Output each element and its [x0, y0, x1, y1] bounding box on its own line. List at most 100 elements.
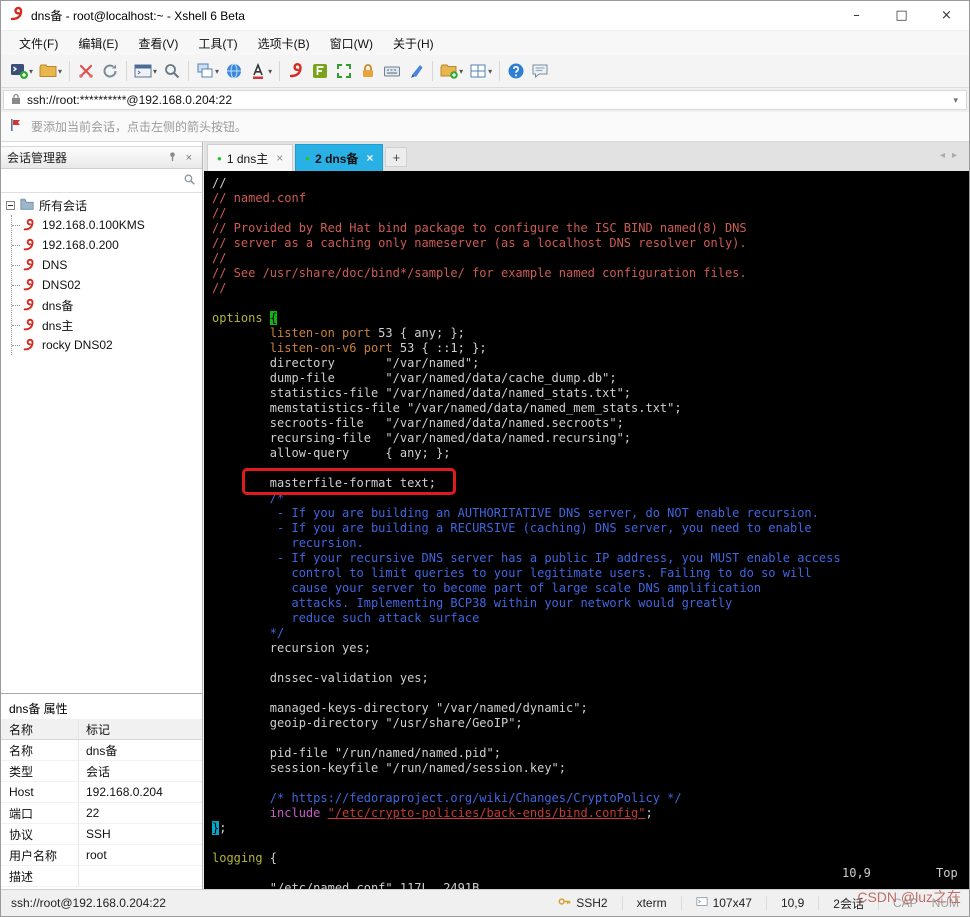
- cascade-windows-icon[interactable]: ▾: [194, 58, 221, 84]
- xftp-icon[interactable]: [309, 58, 331, 84]
- terminal-line: listen-on port 53 { any; };: [269, 326, 465, 340]
- dropdown-arrow-icon[interactable]: ▾: [488, 67, 492, 76]
- status-connection: ssh://root@192.168.0.204:22: [11, 896, 166, 910]
- dropdown-arrow-icon[interactable]: ▾: [215, 67, 219, 76]
- session-manager-header: 会话管理器 ×: [1, 146, 202, 169]
- new-session-icon[interactable]: ▾: [8, 58, 35, 84]
- session-label: dns备: [42, 298, 74, 313]
- address-value: ssh://root:**********@192.168.0.204:22: [27, 93, 232, 107]
- highlight-pen-icon[interactable]: [405, 58, 427, 84]
- status-separator: [621, 896, 623, 910]
- menu-item[interactable]: 窗口(W): [320, 32, 383, 55]
- menu-item[interactable]: 查看(V): [128, 32, 188, 55]
- session-tree-root[interactable]: 所有会话: [1, 195, 202, 215]
- help-icon[interactable]: [505, 58, 527, 84]
- dropdown-arrow-icon[interactable]: ▾: [29, 67, 33, 76]
- session-item[interactable]: rocky DNS02: [12, 335, 202, 355]
- open-session-icon[interactable]: ▾: [37, 58, 64, 84]
- dropdown-arrow-icon[interactable]: ▾: [153, 67, 157, 76]
- menu-bar: 文件(F) 编辑(E) 查看(V) 工具(T) 选项卡(B) 窗口(W) 关于(H): [1, 31, 969, 55]
- xshell-icon[interactable]: [285, 58, 307, 84]
- property-row: Host 192.168.0.204: [1, 782, 202, 803]
- address-dropdown-icon[interactable]: ▾: [953, 95, 960, 106]
- app-icon: [9, 6, 25, 25]
- status-separator: [680, 896, 682, 910]
- tab-dns-secondary[interactable]: ● 2 dns备 ×: [295, 144, 384, 171]
- new-terminal-icon[interactable]: ▾: [132, 58, 159, 84]
- lock-icon: [10, 93, 22, 108]
- menu-item[interactable]: 选项卡(B): [248, 32, 320, 55]
- tile-layout-icon[interactable]: ▾: [467, 58, 494, 84]
- terminal-line: dump-file "/var/named/data/cache_dump.db…: [212, 371, 617, 385]
- status-separator: [818, 896, 820, 910]
- tab-label: 1 dns主: [226, 151, 269, 166]
- tab-dns-primary[interactable]: ● 1 dns主 ×: [207, 144, 294, 171]
- pin-icon[interactable]: [163, 151, 182, 165]
- key-icon: [558, 895, 571, 911]
- session-icon: [22, 278, 36, 292]
- minimize-button[interactable]: –: [834, 1, 879, 30]
- tab-close-icon[interactable]: ×: [366, 151, 373, 165]
- disconnect-icon[interactable]: [75, 58, 97, 84]
- properties-panel: dns备 属性 名称 标记 名称 dns备 类型 会话 Host 192.168.0.20…: [1, 693, 202, 889]
- find-icon[interactable]: [161, 58, 183, 84]
- session-label: DNS02: [42, 278, 81, 292]
- terminal-line: attacks. Implementing BCP38 within your …: [212, 596, 733, 610]
- session-label: dns主: [42, 318, 74, 333]
- tab-scroll-arrows[interactable]: ◂▸: [940, 150, 964, 161]
- dropdown-arrow-icon[interactable]: ▾: [268, 67, 272, 76]
- terminal-line: statistics-file "/var/named/data/named_s…: [212, 386, 632, 400]
- session-icon: [22, 318, 36, 332]
- collapse-icon[interactable]: [6, 200, 15, 210]
- session-item[interactable]: dns备: [12, 295, 202, 315]
- dropdown-arrow-icon[interactable]: ▾: [459, 67, 463, 76]
- compose-bar-icon[interactable]: [381, 58, 403, 84]
- address-field[interactable]: ssh://root:**********@192.168.0.204:22 ▾: [3, 90, 967, 110]
- session-search: [1, 170, 202, 193]
- search-icon[interactable]: [183, 173, 196, 189]
- menu-item[interactable]: 编辑(E): [68, 32, 128, 55]
- new-folder-icon[interactable]: ▾: [438, 58, 465, 84]
- session-root-label: 所有会话: [39, 198, 88, 213]
- fullscreen-icon[interactable]: [333, 58, 355, 84]
- session-label: DNS: [42, 258, 68, 272]
- vim-status-line: "/etc/named.conf" 117L, 2491B 10,9 Top: [212, 866, 969, 889]
- reconnect-icon[interactable]: [99, 58, 121, 84]
- session-item[interactable]: DNS: [12, 255, 202, 275]
- feedback-icon[interactable]: [529, 58, 551, 84]
- new-tab-button[interactable]: +: [385, 147, 408, 167]
- terminal-line: cause your server to become part of larg…: [212, 581, 762, 595]
- properties-col-name: 名称: [1, 719, 79, 739]
- font-color-icon[interactable]: ▾: [247, 58, 274, 84]
- dropdown-arrow-icon[interactable]: ▾: [58, 67, 62, 76]
- status-separator: [765, 896, 767, 910]
- connected-dot-icon: ●: [305, 153, 311, 163]
- menu-item[interactable]: 工具(T): [188, 32, 247, 55]
- session-item[interactable]: DNS02: [12, 275, 202, 295]
- session-label: rocky DNS02: [42, 338, 113, 352]
- session-item[interactable]: dns主: [12, 315, 202, 335]
- tab-close-icon[interactable]: ×: [276, 151, 283, 165]
- properties-col-value: 标记: [86, 722, 111, 737]
- session-item[interactable]: 192.168.0.100KMS: [12, 215, 202, 235]
- status-protocol: SSH2: [558, 895, 608, 911]
- session-item[interactable]: 192.168.0.200: [12, 235, 202, 255]
- property-row: 协议 SSH: [1, 824, 202, 845]
- folder-icon: [20, 197, 34, 214]
- terminal[interactable]: //// named.conf//// Provided by Red Hat …: [204, 171, 969, 889]
- lock-icon[interactable]: [357, 58, 379, 84]
- terminal-line: recursion yes;: [212, 641, 371, 655]
- session-search-input[interactable]: [7, 172, 183, 190]
- terminal-line: - If your recursive DNS server has a pub…: [212, 551, 841, 565]
- tab-scroll-right-icon[interactable]: ▸: [952, 150, 964, 161]
- tab-scroll-left-icon[interactable]: ◂: [940, 150, 952, 161]
- panel-close-icon[interactable]: ×: [182, 152, 196, 164]
- terminal-line: options {: [212, 311, 278, 325]
- close-button[interactable]: ×: [924, 1, 969, 30]
- globe-icon[interactable]: [223, 58, 245, 84]
- toolbar-separator: [279, 61, 281, 81]
- menu-item[interactable]: 文件(F): [9, 32, 68, 55]
- maximize-button[interactable]: □: [879, 1, 924, 30]
- menu-item[interactable]: 关于(H): [383, 32, 444, 55]
